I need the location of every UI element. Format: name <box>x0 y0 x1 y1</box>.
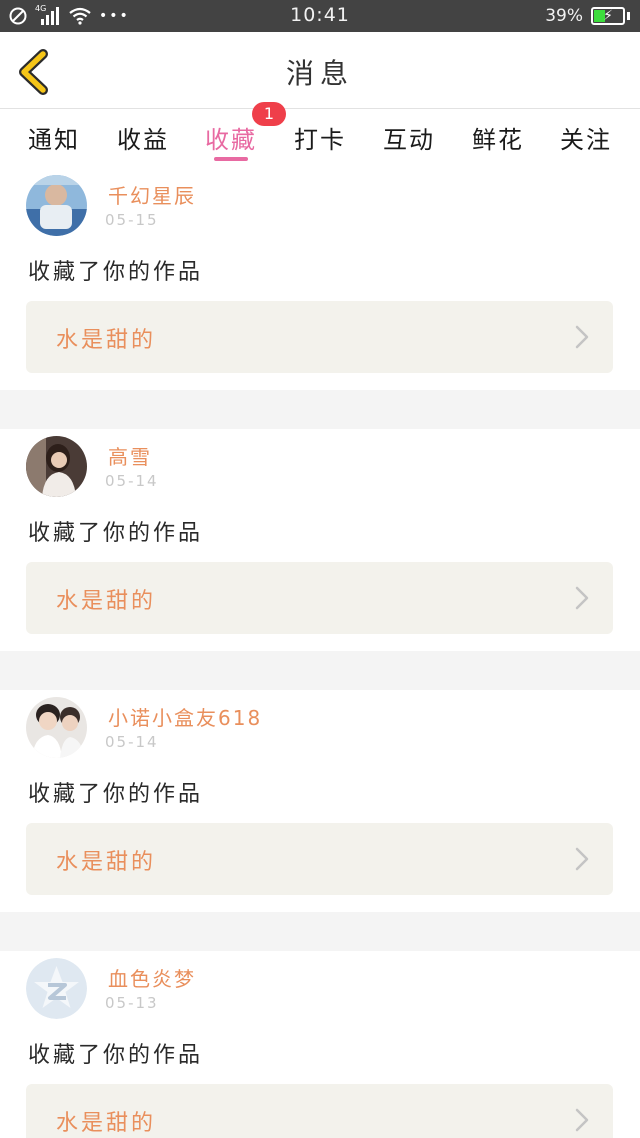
battery-icon: ⚡ <box>591 7 625 25</box>
message-text: 收藏了你的作品 <box>28 521 204 546</box>
username[interactable]: 千幻星辰 <box>108 180 196 209</box>
work-link[interactable]: 水是甜的 <box>26 1084 613 1138</box>
work-link[interactable]: 水是甜的 <box>26 562 613 634</box>
tab-bar: 通知 收益 收藏 打卡 互动 鲜花 关注 <box>0 110 640 168</box>
message-text: 收藏了你的作品 <box>28 1043 204 1068</box>
list-item: 千幻星辰 05-15 收藏了你的作品 水是甜的 <box>0 168 640 390</box>
charging-icon: ⚡ <box>603 8 613 24</box>
date: 05-15 <box>105 211 159 229</box>
work-title: 水是甜的 <box>56 589 157 614</box>
chevron-right-icon <box>575 847 589 871</box>
chevron-right-icon <box>575 325 589 349</box>
username[interactable]: 高雪 <box>108 441 152 470</box>
status-right-icons: 39% ⚡ <box>545 5 630 27</box>
tab-earnings[interactable]: 收益 <box>103 120 183 155</box>
message-text: 收藏了你的作品 <box>28 260 204 285</box>
tab-notifications[interactable]: 通知 <box>14 120 94 155</box>
divider <box>0 912 640 951</box>
nav-bar: 消息 <box>0 32 640 109</box>
page-title: 消息 <box>285 57 354 90</box>
username[interactable]: 血色炎梦 <box>108 963 196 992</box>
tab-follow[interactable]: 关注 <box>546 120 626 155</box>
list-item: 高雪 05-14 收藏了你的作品 水是甜的 <box>0 429 640 651</box>
unread-badge: 1 <box>252 102 286 126</box>
work-link[interactable]: 水是甜的 <box>26 301 613 373</box>
tab-flowers[interactable]: 鲜花 <box>458 120 538 155</box>
chevron-right-icon <box>575 1108 589 1132</box>
avatar[interactable] <box>26 436 87 497</box>
tab-checkin[interactable]: 打卡 <box>280 120 360 155</box>
divider <box>0 651 640 690</box>
date: 05-13 <box>105 994 159 1012</box>
avatar[interactable] <box>26 697 87 758</box>
chevron-right-icon <box>575 586 589 610</box>
message-list: 千幻星辰 05-15 收藏了你的作品 水是甜的 高雪 05-14 收藏了你的作品… <box>0 168 640 1138</box>
username[interactable]: 小诺小盒友618 <box>108 702 262 731</box>
battery-cap <box>627 12 630 20</box>
divider <box>0 390 640 429</box>
avatar[interactable] <box>26 175 87 236</box>
message-text: 收藏了你的作品 <box>28 782 204 807</box>
work-title: 水是甜的 <box>56 1111 157 1136</box>
list-item: 小诺小盒友618 05-14 收藏了你的作品 水是甜的 <box>0 690 640 912</box>
work-title: 水是甜的 <box>56 328 157 353</box>
active-tab-indicator <box>214 157 248 161</box>
status-time: 10:41 <box>290 4 350 26</box>
date: 05-14 <box>105 472 159 490</box>
status-bar: 4G ••• 10:41 39% ⚡ <box>0 0 640 32</box>
work-link[interactable]: 水是甜的 <box>26 823 613 895</box>
date: 05-14 <box>105 733 159 751</box>
battery-percent: 39% <box>545 6 583 26</box>
list-item: 血色炎梦 05-13 收藏了你的作品 水是甜的 <box>0 951 640 1138</box>
work-title: 水是甜的 <box>56 850 157 875</box>
avatar[interactable] <box>26 958 87 1019</box>
tab-interaction[interactable]: 互动 <box>369 120 449 155</box>
